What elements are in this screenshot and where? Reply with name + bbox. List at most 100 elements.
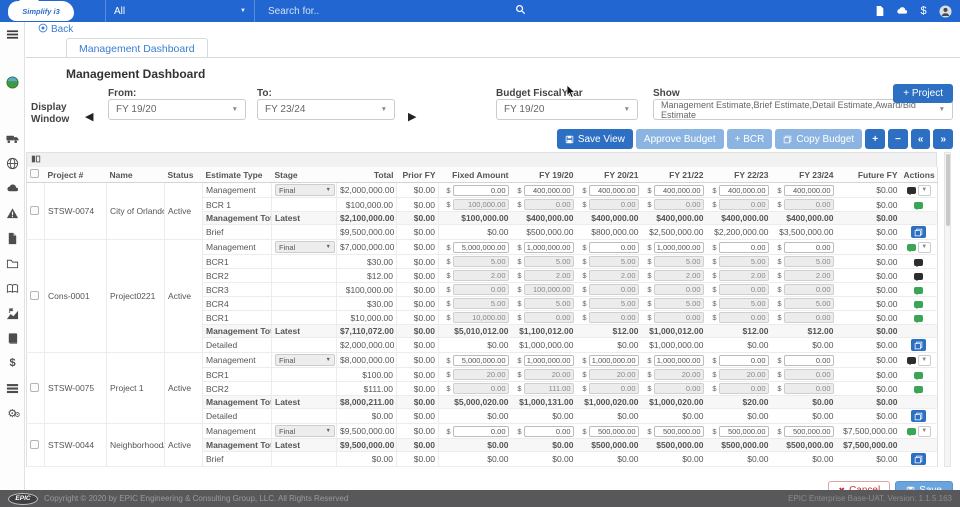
scrollbar-thumb[interactable] [946, 154, 950, 226]
amount-input[interactable]: 500,000.00 [589, 426, 639, 437]
project-checkbox[interactable] [30, 291, 39, 300]
amount-input[interactable]: 5,000,000.00 [453, 242, 509, 253]
project-checkbox[interactable] [30, 440, 39, 449]
columns-icon[interactable] [31, 151, 41, 169]
copy-estimate-button[interactable] [911, 453, 926, 465]
comment-icon-green[interactable] [914, 287, 923, 294]
amount-input[interactable]: 500,000.00 [719, 426, 769, 437]
stage-select[interactable]: Final▼ [275, 354, 335, 366]
dollar-icon[interactable]: $ [917, 5, 930, 18]
truck-icon[interactable] [0, 130, 25, 146]
comment-icon-black[interactable] [907, 187, 916, 194]
amount-input[interactable]: 0.00 [784, 355, 834, 366]
amount-input[interactable]: 0.00 [453, 185, 509, 196]
comment-icon-green[interactable] [914, 202, 923, 209]
list-icon[interactable] [0, 380, 25, 396]
save-view-button[interactable]: Save View [557, 129, 633, 149]
comment-icon-green[interactable] [914, 372, 923, 379]
comment-icon-black[interactable] [914, 273, 923, 280]
comment-icon-black[interactable] [914, 259, 923, 266]
comment-icon-green[interactable] [914, 315, 923, 322]
amount-input[interactable]: 0.00 [453, 426, 509, 437]
amount-input[interactable]: 500,000.00 [654, 426, 704, 437]
amount-input[interactable]: 0.00 [589, 242, 639, 253]
search-icon[interactable] [515, 4, 526, 18]
row-menu-caret[interactable]: ▼ [918, 355, 931, 366]
amount-input[interactable]: 1,000,000.00 [524, 242, 574, 253]
copy-estimate-button[interactable] [911, 410, 926, 422]
document-icon[interactable] [873, 5, 886, 18]
project-checkbox[interactable] [30, 383, 39, 392]
amount-input[interactable]: 0.00 [784, 242, 834, 253]
currency-symbol: $ [712, 243, 716, 252]
stage-select[interactable]: Final▼ [275, 184, 335, 196]
amount-input[interactable]: 1,000,000.00 [524, 355, 574, 366]
amount-input[interactable]: 400,000.00 [589, 185, 639, 196]
tab-management-dashboard[interactable]: Management Dashboard [66, 38, 208, 58]
app-logo[interactable]: Simplify i3 [8, 1, 74, 21]
scope-dropdown[interactable]: All▼ [105, 0, 255, 22]
approve-budget-button[interactable]: Approve Budget [636, 129, 724, 149]
copy-estimate-button[interactable] [911, 226, 926, 238]
table-scrollbar[interactable] [944, 152, 951, 467]
comment-icon-black[interactable] [907, 357, 916, 364]
row-menu-caret[interactable]: ▼ [918, 426, 931, 437]
select-all-checkbox[interactable] [30, 169, 39, 178]
cloud-icon[interactable] [895, 5, 908, 18]
folder-icon[interactable] [0, 255, 25, 271]
amount-input[interactable]: 0.00 [719, 242, 769, 253]
amount-input[interactable]: 400,000.00 [784, 185, 834, 196]
estimate-type: Brief [203, 225, 272, 240]
expand-button[interactable]: + [865, 129, 885, 149]
map-icon[interactable] [0, 280, 25, 296]
from-select[interactable]: FY 19/20▼ [108, 99, 246, 120]
file-icon[interactable] [0, 230, 25, 246]
page-prev-button[interactable]: « [911, 129, 931, 149]
dollar-icon[interactable]: $ [0, 355, 25, 371]
add-project-button[interactable]: + Project [893, 84, 953, 103]
comment-icon-green[interactable] [914, 301, 923, 308]
col-prior-fy: Prior FY [397, 167, 439, 183]
comment-icon-green[interactable] [907, 244, 916, 251]
globe-icon[interactable] [0, 155, 25, 171]
amount-input[interactable]: 400,000.00 [524, 185, 574, 196]
comment-icon-green[interactable] [907, 428, 916, 435]
project-checkbox[interactable] [30, 206, 39, 215]
user-avatar-icon[interactable] [939, 5, 952, 18]
search-input[interactable]: Search for.. [262, 0, 532, 22]
page-next-button[interactable]: » [933, 129, 953, 149]
amount-input[interactable]: 1,000,000.00 [654, 355, 704, 366]
amount-input[interactable]: 1,000,000.00 [654, 242, 704, 253]
stage-select[interactable]: Final▼ [275, 425, 335, 437]
amount-input[interactable]: 500,000.00 [784, 426, 834, 437]
cloud-icon[interactable] [0, 180, 25, 196]
book-icon[interactable] [0, 330, 25, 346]
copy-estimate-button[interactable] [911, 339, 926, 351]
amount-input[interactable]: 1,000,000.00 [589, 355, 639, 366]
amount-input[interactable]: 0.00 [524, 426, 574, 437]
copy-budget-button[interactable]: Copy Budget [775, 129, 862, 149]
back-link[interactable]: Back [26, 22, 960, 37]
gears-icon[interactable]: ⚙⚙ [0, 405, 25, 421]
amount-input[interactable]: 400,000.00 [719, 185, 769, 196]
menu-icon[interactable] [0, 26, 25, 42]
table-options-strip [26, 152, 937, 167]
flag-icon[interactable] [0, 305, 25, 321]
amount-input[interactable]: 400,000.00 [654, 185, 704, 196]
amount-input[interactable]: 5,000,000.00 [453, 355, 509, 366]
row-menu-caret[interactable]: ▼ [918, 242, 931, 253]
warning-icon[interactable] [0, 205, 25, 221]
bcr-button[interactable]: + BCR [727, 129, 773, 149]
stage-select[interactable]: Final▼ [275, 241, 335, 253]
row-menu-caret[interactable]: ▼ [918, 185, 931, 196]
fixed-amount-cell: $5.00 [439, 297, 512, 311]
window-next-arrow[interactable]: ▶ [408, 110, 416, 123]
dashboard-globe-icon[interactable] [0, 74, 25, 90]
window-prev-arrow[interactable]: ◀ [85, 110, 93, 123]
col-fy-2324: FY 23/24 [772, 167, 837, 183]
comment-icon-green[interactable] [914, 386, 923, 393]
to-select[interactable]: FY 23/24▼ [257, 99, 395, 120]
budget-fy-select[interactable]: FY 19/20▼ [496, 99, 638, 120]
collapse-button[interactable]: − [888, 129, 908, 149]
amount-input[interactable]: 0.00 [719, 355, 769, 366]
